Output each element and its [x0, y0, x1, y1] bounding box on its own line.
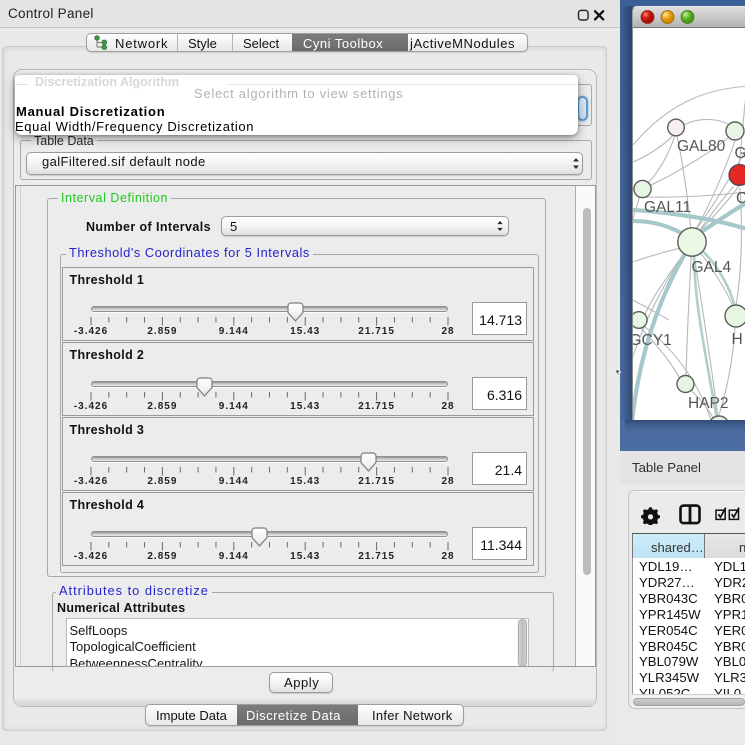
svg-text:GAL4: GAL4 — [692, 259, 732, 276]
svg-text:C: C — [736, 190, 745, 207]
svg-text:H: H — [732, 331, 743, 348]
svg-text:HAP2: HAP2 — [688, 395, 729, 412]
svg-text:GAL11: GAL11 — [644, 199, 691, 216]
svg-text:GAL80: GAL80 — [677, 138, 726, 155]
svg-text:GCY1: GCY1 — [633, 332, 672, 349]
svg-text:G.: G. — [735, 145, 745, 162]
